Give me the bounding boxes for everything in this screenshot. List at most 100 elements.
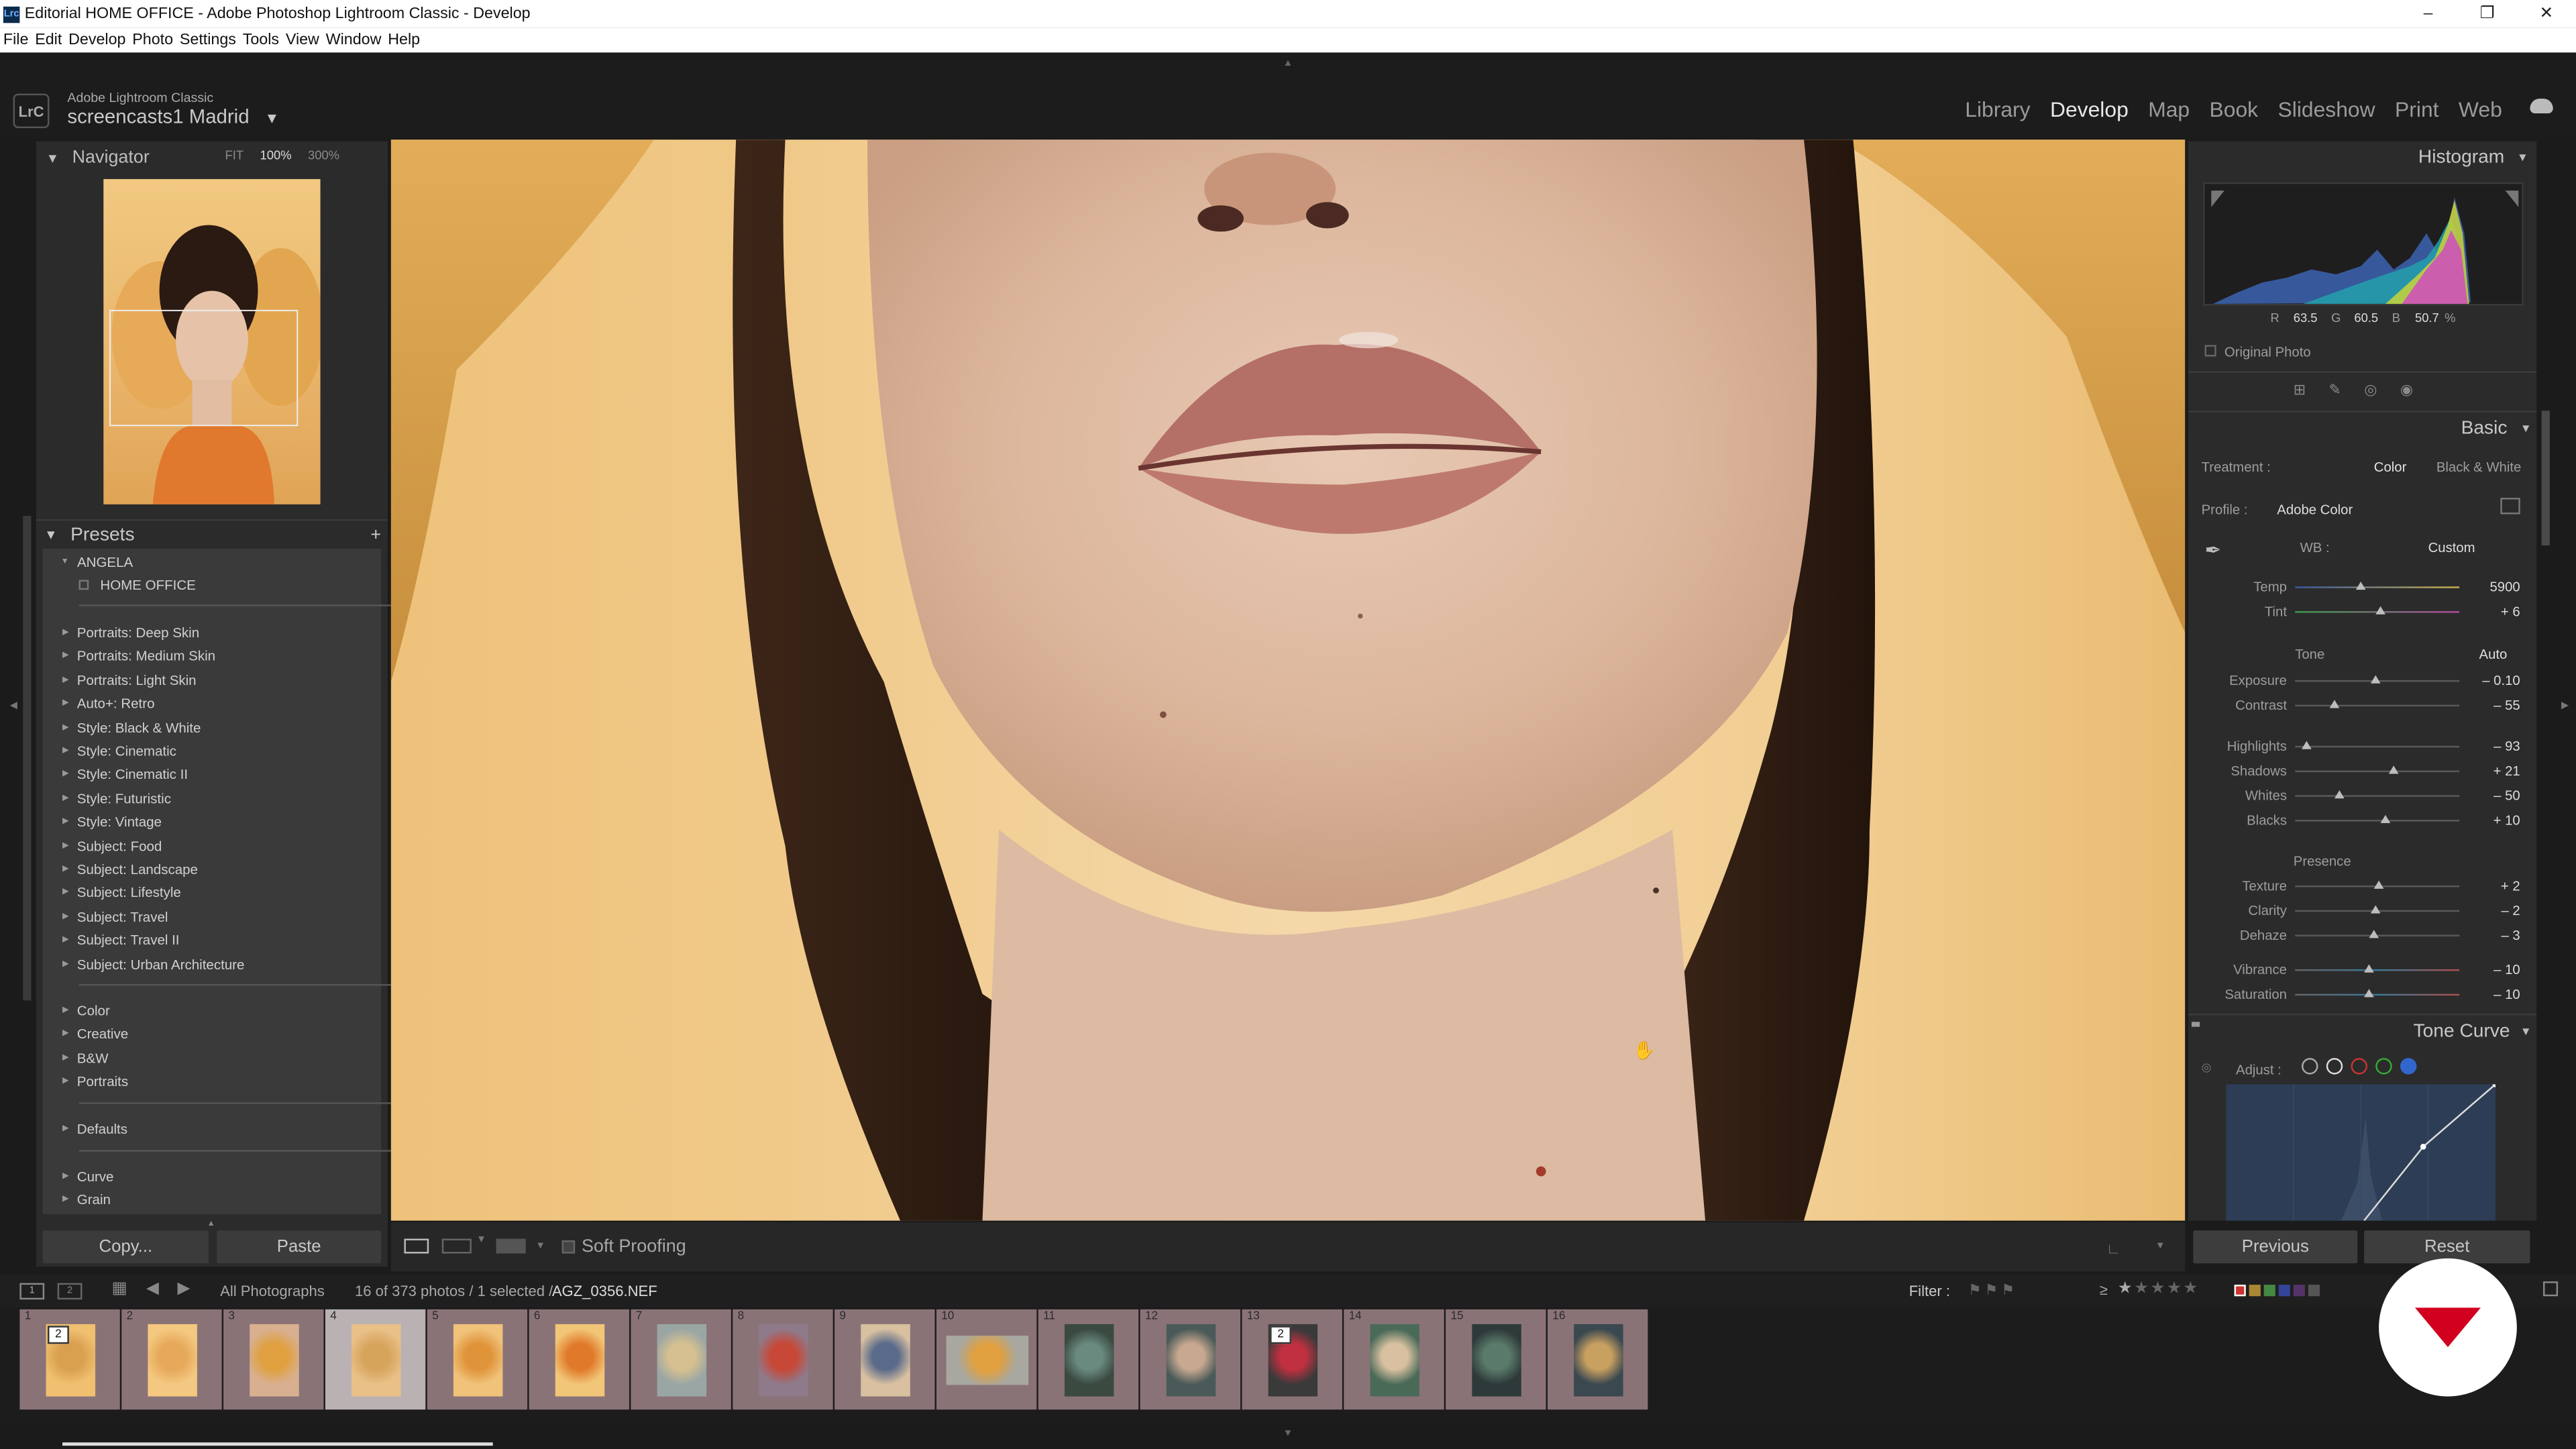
filmstrip-thumbnail[interactable]: 2 [121, 1309, 222, 1410]
filmstrip-thumbnail[interactable]: 10 [936, 1309, 1037, 1410]
blacks-slider-track[interactable] [2295, 820, 2460, 822]
temp-slider-track[interactable] [2295, 586, 2460, 588]
vibrance-slider-track[interactable] [2295, 969, 2460, 971]
contrast-slider-handle[interactable] [2329, 700, 2340, 708]
temp-value[interactable]: 5900 [2490, 578, 2520, 594]
preset-group[interactable]: ▶ Grain [62, 1190, 111, 1210]
shadows-slider-track[interactable] [2295, 770, 2460, 773]
filmstrip-thumbnail[interactable]: 4 [325, 1309, 426, 1410]
yy-view-icon[interactable] [496, 1238, 526, 1254]
saturation-slider-track[interactable] [2295, 994, 2460, 996]
collapse-top-icon[interactable]: ▲ [1283, 59, 1293, 69]
flag-filter-icons[interactable]: ⚑⚑⚑ [1968, 1281, 2018, 1299]
module-library[interactable]: Library [1965, 97, 2030, 121]
presets-header[interactable]: ▼ Presets + [36, 519, 388, 549]
point-curve-icon[interactable] [2326, 1058, 2343, 1075]
stack-badge[interactable]: 2 [1270, 1326, 1291, 1344]
loupe-view-icon[interactable] [404, 1238, 429, 1254]
preset-group[interactable]: ▶ B&W [62, 1048, 108, 1067]
exposure-slider-handle[interactable] [2370, 675, 2381, 684]
blacks-value[interactable]: + 10 [2493, 812, 2520, 828]
rating-operator[interactable]: ≥ [2100, 1281, 2108, 1297]
preset-group[interactable]: ▶ Style: Futuristic [62, 788, 171, 808]
filmstrip-thumbnail[interactable]: 12 [19, 1309, 120, 1410]
saturation-value[interactable]: – 10 [2493, 985, 2520, 1002]
filmstrip-thumbnail[interactable]: 16 [1547, 1309, 1648, 1410]
collapse-left-icon[interactable]: ◀ [10, 700, 17, 712]
module-print[interactable]: Print [2395, 97, 2438, 121]
clarity-value[interactable]: – 2 [2501, 902, 2520, 918]
blacks-slider-handle[interactable] [2380, 814, 2391, 823]
toolbar-dropdown-icon[interactable]: ▼ [535, 1242, 545, 1252]
whites-value[interactable]: – 50 [2493, 787, 2520, 803]
star-rating-filter[interactable]: ★★★★★ [2118, 1280, 2200, 1298]
preset-group[interactable]: ▶ Portraits: Medium Skin [62, 646, 215, 665]
vibrance-value[interactable]: – 10 [2493, 961, 2520, 977]
filter-lock-icon[interactable] [2543, 1281, 2559, 1297]
profile-browser-icon[interactable] [2500, 498, 2520, 515]
close-icon[interactable]: ✕ [2517, 0, 2576, 28]
filmstrip-thumbnail[interactable]: 5 [427, 1309, 528, 1410]
menu-view[interactable]: View [286, 32, 319, 50]
menu-develop[interactable]: Develop [68, 32, 125, 50]
zoom-fit[interactable]: FIT [225, 148, 244, 162]
menu-photo[interactable]: Photo [132, 32, 173, 50]
soft-proofing-checkbox[interactable] [561, 1240, 576, 1254]
filmstrip-thumbnail[interactable]: 11 [1038, 1309, 1139, 1410]
preset-group[interactable]: ▶ Portraits: Light Skin [62, 670, 197, 690]
profile-select[interactable]: Adobe Color [2277, 501, 2353, 517]
preset-group[interactable]: ▶ Subject: Urban Architecture [62, 954, 244, 973]
primary-display-icon[interactable]: 1 [19, 1283, 45, 1300]
previous-button[interactable]: Previous [2193, 1230, 2358, 1264]
preset-group[interactable]: ▶ Subject: Travel [62, 906, 168, 926]
preset-group[interactable]: ▶ Style: Black & White [62, 717, 201, 737]
preset-group[interactable]: ▶ Style: Cinematic [62, 741, 176, 760]
menu-help[interactable]: Help [388, 32, 420, 50]
filmstrip-thumbnail[interactable]: 12 [1140, 1309, 1240, 1410]
navigator-preview[interactable] [103, 178, 321, 504]
filmstrip-thumbnail[interactable]: 14 [1344, 1309, 1444, 1410]
shadows-value[interactable]: + 21 [2493, 762, 2520, 778]
filmstrip-scrollbar[interactable] [62, 1442, 493, 1446]
preset-group[interactable]: ▶ Subject: Landscape [62, 859, 198, 879]
target-adjust-icon[interactable]: ◎ [2202, 1061, 2212, 1074]
color-label-filter[interactable] [2234, 1285, 2320, 1297]
preset-group[interactable]: ▶ Style: Cinematic II [62, 765, 188, 784]
menu-tools[interactable]: Tools [243, 32, 279, 50]
contrast-value[interactable]: – 55 [2493, 696, 2520, 712]
filmstrip-source[interactable]: All Photographs [220, 1283, 325, 1299]
collapse-right-icon[interactable]: ▶ [2561, 700, 2569, 712]
zoom-100[interactable]: 100% [260, 148, 292, 162]
whites-slider-handle[interactable] [2334, 790, 2345, 799]
texture-value[interactable]: + 2 [2501, 877, 2520, 894]
grid-view-icon[interactable]: ▦ [112, 1280, 127, 1298]
histogram-title[interactable]: Histogram [2418, 148, 2504, 167]
highlights-slider-track[interactable] [2295, 745, 2460, 748]
module-map[interactable]: Map [2148, 97, 2190, 121]
menu-window[interactable]: Window [326, 32, 382, 50]
shadows-slider-handle[interactable] [2388, 765, 2399, 774]
menu-settings[interactable]: Settings [180, 32, 236, 50]
menu-edit[interactable]: Edit [35, 32, 62, 50]
panel-switch-icon[interactable] [2191, 1022, 2200, 1027]
paste-button[interactable]: Paste [217, 1230, 382, 1264]
collapse-triangle-icon[interactable]: ▼ [2520, 424, 2532, 435]
zoom-300[interactable]: 300% [308, 148, 339, 162]
texture-slider-handle[interactable] [2373, 880, 2384, 889]
dehaze-slider-handle[interactable] [2369, 930, 2379, 938]
whites-slider-track[interactable] [2295, 795, 2460, 797]
highlights-value[interactable]: – 93 [2493, 738, 2520, 754]
wb-select[interactable]: Custom [2428, 539, 2475, 555]
preset-group[interactable]: ▶ Color [62, 1000, 110, 1020]
right-panel-scrollbar[interactable] [2541, 411, 2550, 546]
red-channel-icon[interactable] [2351, 1058, 2367, 1075]
healing-icon[interactable]: ✎ [2329, 381, 2341, 399]
histogram[interactable] [2203, 182, 2524, 306]
tone-curve-title[interactable]: Tone Curve [2414, 1022, 2510, 1041]
treatment-bw-option[interactable]: Black & White [2436, 458, 2522, 474]
preset-group[interactable]: ▶ Portraits: Deep Skin [62, 623, 199, 642]
filmstrip-thumbnail[interactable]: 9 [835, 1309, 935, 1410]
cloud-sync-icon[interactable] [2530, 98, 2553, 113]
collapse-bottom-icon[interactable]: ▼ [1283, 1430, 1293, 1440]
masking-icon[interactable]: ◉ [2400, 381, 2413, 399]
